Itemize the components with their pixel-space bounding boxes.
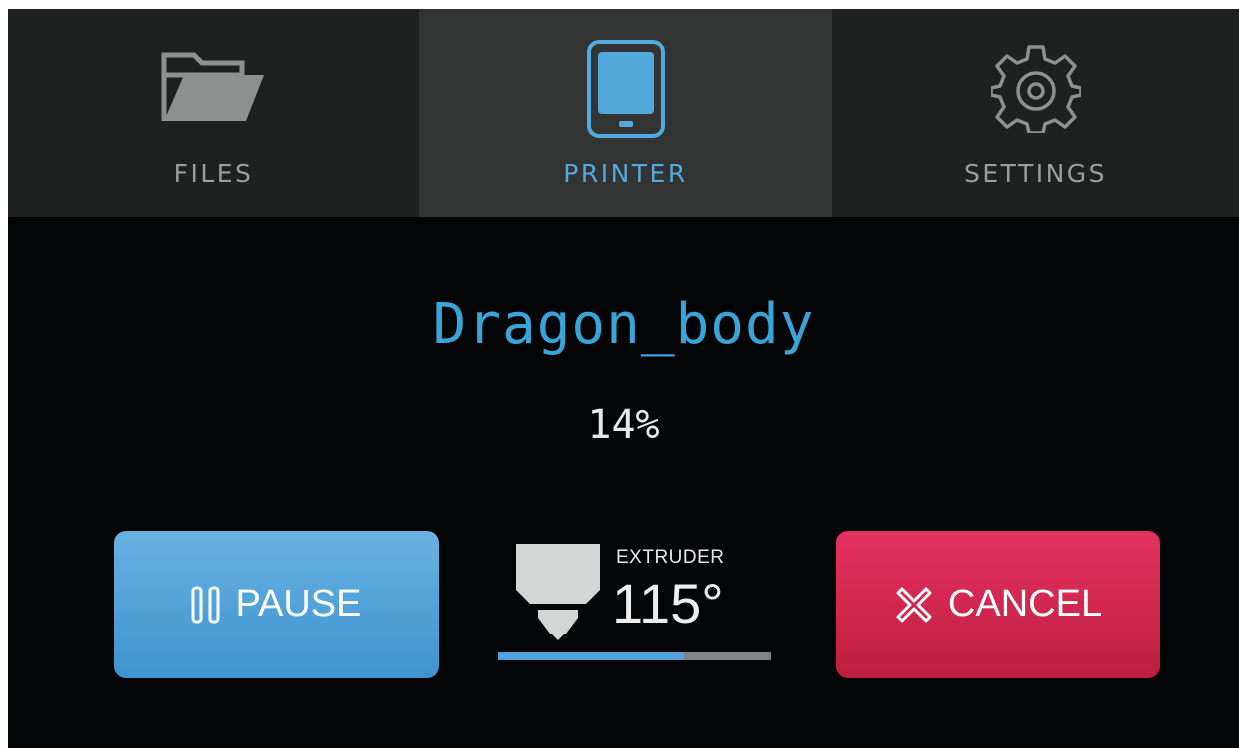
folder-icon <box>160 51 268 129</box>
pause-label: PAUSE <box>235 583 362 625</box>
extruder-temperature: 115° <box>612 572 724 635</box>
printer-screen: FILES PRINTER SETTINGS Dragon_body 14% P… <box>8 9 1239 748</box>
pause-button[interactable]: PAUSE <box>114 531 439 678</box>
tab-files[interactable]: FILES <box>8 9 419 217</box>
tab-printer[interactable]: PRINTER <box>419 9 832 217</box>
cancel-label: CANCEL <box>947 583 1103 625</box>
close-icon <box>894 585 934 625</box>
tab-printer-label: PRINTER <box>563 159 688 188</box>
tab-settings[interactable]: SETTINGS <box>832 9 1239 217</box>
pause-icon <box>191 586 221 624</box>
tab-bar: FILES PRINTER SETTINGS <box>8 9 1239 217</box>
extruder-temperature-bar-fill <box>498 652 684 660</box>
extruder-label: EXTRUDER <box>616 547 725 568</box>
cancel-button[interactable]: CANCEL <box>836 531 1160 678</box>
job-name: Dragon_body <box>432 292 815 357</box>
extruder-status: EXTRUDER 115° <box>498 539 773 669</box>
nozzle-icon <box>516 544 600 644</box>
extruder-temperature-bar <box>498 652 771 660</box>
tab-files-label: FILES <box>173 159 254 188</box>
job-progress: 14% <box>587 402 660 448</box>
gear-icon <box>988 43 1083 137</box>
printer-screen-icon <box>586 39 666 143</box>
tab-settings-label: SETTINGS <box>963 159 1108 188</box>
